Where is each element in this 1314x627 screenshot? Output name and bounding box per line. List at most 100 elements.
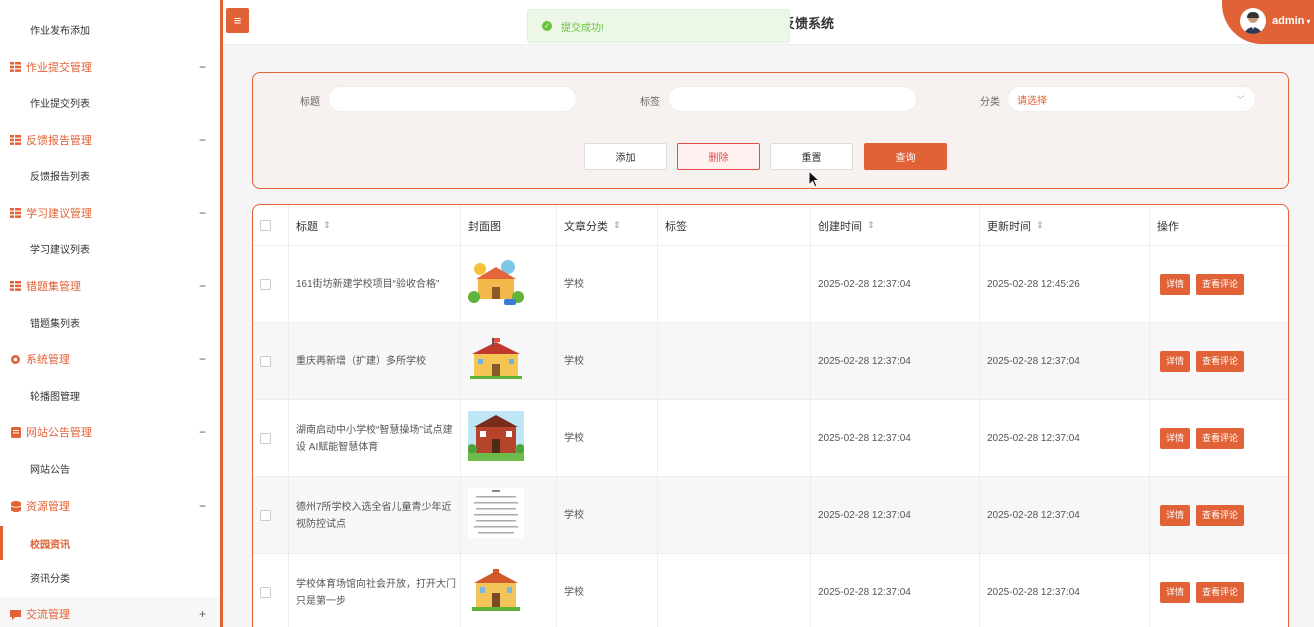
cover-image xyxy=(468,334,524,390)
title-label: 标题 xyxy=(300,97,320,108)
sidebar-item-15[interactable]: 资讯分类 xyxy=(0,560,220,594)
row-checkbox[interactable] xyxy=(260,356,271,367)
table-row[interactable]: 湖南启动中小学校“智慧操场”试点建设 AI赋能智慧体育 学校 2025-02-28 … xyxy=(253,400,1288,477)
view-comments-button[interactable]: 查看评论 xyxy=(1196,428,1245,449)
grid-icon xyxy=(10,208,21,219)
detail-button[interactable]: 详情 xyxy=(1160,582,1191,603)
cell-created: 2025-02-28 12:37:04 xyxy=(811,246,980,323)
updated-text: 2025-02-28 12:45:26 xyxy=(987,279,1080,290)
table-row[interactable]: 学校体育场馆向社会开放，打开大门只是第一步 学校 2025-02-28 12:37:… xyxy=(253,554,1288,627)
expand-icon[interactable]: + xyxy=(199,607,206,621)
table-row[interactable]: 161街坊新建学校项目“验收合格” 学校 2025-02-28 12:37:04 20… xyxy=(253,246,1288,323)
sort-icon[interactable]: ⇕ xyxy=(613,220,621,231)
sidebar-group-label: 错题集管理 xyxy=(26,281,81,293)
title-input[interactable] xyxy=(328,86,577,112)
category-text: 学校 xyxy=(564,356,584,367)
created-text: 2025-02-28 12:37:04 xyxy=(818,279,911,290)
sidebar-item-12[interactable]: 网站公告 xyxy=(0,451,220,485)
sidebar-item-2[interactable]: 作业提交列表 xyxy=(0,85,220,119)
detail-button[interactable]: 详情 xyxy=(1160,274,1191,295)
collapse-icon[interactable]: − xyxy=(199,279,206,293)
detail-button[interactable]: 详情 xyxy=(1160,428,1191,449)
tag-input[interactable] xyxy=(668,86,917,112)
collapse-icon[interactable]: − xyxy=(199,60,206,74)
detail-button[interactable]: 详情 xyxy=(1160,351,1191,372)
sort-icon[interactable]: ⇕ xyxy=(867,220,875,231)
sort-icon[interactable]: ⇕ xyxy=(323,220,331,231)
success-toast: ✓ 提交成功! xyxy=(527,9,790,43)
collapse-icon[interactable]: − xyxy=(199,133,206,147)
view-comments-button[interactable]: 查看评论 xyxy=(1196,505,1245,526)
cell-created: 2025-02-28 12:37:04 xyxy=(811,554,980,627)
cell-updated: 2025-02-28 12:37:04 xyxy=(980,400,1150,477)
sidebar-group-label: 交流管理 xyxy=(26,609,70,621)
user-name[interactable]: admin ▾ xyxy=(1272,15,1310,27)
detail-button[interactable]: 详情 xyxy=(1160,505,1191,526)
collapse-icon[interactable]: − xyxy=(199,425,206,439)
cell-tag xyxy=(658,477,811,554)
query-button[interactable]: 查询 xyxy=(864,143,947,170)
sidebar-group-1[interactable]: 作业提交管理 − xyxy=(0,50,220,84)
title-text: 161街坊新建学校项目“验收合格” xyxy=(296,279,440,290)
row-checkbox[interactable] xyxy=(260,279,271,290)
sidebar-group-label: 网站公告管理 xyxy=(26,427,92,439)
created-text: 2025-02-28 12:37:04 xyxy=(818,356,911,367)
sidebar-item-6[interactable]: 学习建议列表 xyxy=(0,231,220,265)
category-select-value: 请选择 xyxy=(1017,95,1047,107)
category-text: 学校 xyxy=(564,433,584,444)
sidebar-group-3[interactable]: 反馈报告管理 − xyxy=(0,123,220,157)
sidebar-item-0[interactable]: 作业发布添加 xyxy=(0,12,220,46)
col-created[interactable]: 创建时间 ⇕ xyxy=(811,205,980,246)
sidebar-item-label: 错题集列表 xyxy=(30,318,80,330)
table-row[interactable]: 重庆再新增（扩建）多所学校 学校 2025-02-28 12:37:04 2025-0… xyxy=(253,323,1288,400)
grid-icon xyxy=(10,281,21,292)
sidebar-group-11[interactable]: 网站公告管理 − xyxy=(0,415,220,449)
sidebar-group-16[interactable]: 交流管理 + xyxy=(0,597,220,627)
sidebar-group-13[interactable]: 资源管理 − xyxy=(0,489,220,523)
cell-category: 学校 xyxy=(557,477,658,554)
sort-icon[interactable]: ⇕ xyxy=(1036,220,1044,231)
col-category[interactable]: 文章分类 ⇕ xyxy=(557,205,658,246)
table-row[interactable]: 德州7所学校入选全省儿童青少年近视防控试点 学校 2025-02-28 12:37:… xyxy=(253,477,1288,554)
menu-toggle-button[interactable]: ≡ xyxy=(226,8,249,33)
row-checkbox[interactable] xyxy=(260,510,271,521)
cell-updated: 2025-02-28 12:37:04 xyxy=(980,323,1150,400)
delete-button[interactable]: 删除 xyxy=(677,143,760,170)
view-comments-button[interactable]: 查看评论 xyxy=(1196,582,1245,603)
sidebar-group-label: 作业提交管理 xyxy=(26,62,92,74)
sidebar-item-8[interactable]: 错题集列表 xyxy=(0,305,220,339)
col-title[interactable]: 标题 ⇕ xyxy=(289,205,461,246)
row-checkbox[interactable] xyxy=(260,587,271,598)
view-comments-button[interactable]: 查看评论 xyxy=(1196,351,1245,372)
select-all-checkbox[interactable] xyxy=(260,220,271,231)
collapse-icon[interactable]: − xyxy=(199,206,206,220)
category-select[interactable]: 请选择 ﹀ xyxy=(1007,86,1256,112)
actions-cell: 详情 查看评论 xyxy=(1150,477,1288,554)
sidebar-item-14[interactable]: 校园资讯 xyxy=(0,526,220,560)
mouse-cursor-icon xyxy=(808,169,821,191)
sidebar-group-label: 学习建议管理 xyxy=(26,208,92,220)
add-button[interactable]: 添加 xyxy=(584,143,667,170)
sidebar-group-label: 反馈报告管理 xyxy=(26,135,92,147)
sidebar-item-10[interactable]: 轮播图管理 xyxy=(0,378,220,412)
table-header: 标题 ⇕ 封面图 文章分类 ⇕ 标签 创建时间 ⇕ 更新时间 ⇕ 操作 xyxy=(253,205,1288,246)
data-table: 标题 ⇕ 封面图 文章分类 ⇕ 标签 创建时间 ⇕ 更新时间 ⇕ 操作 161街坊新建学… xyxy=(252,204,1289,627)
sidebar-item-label: 作业发布添加 xyxy=(30,25,90,37)
view-comments-button[interactable]: 查看评论 xyxy=(1196,274,1245,295)
col-updated[interactable]: 更新时间 ⇕ xyxy=(980,205,1150,246)
sidebar-group-label: 系统管理 xyxy=(26,354,70,366)
sidebar-group-5[interactable]: 学习建议管理 − xyxy=(0,196,220,230)
collapse-icon[interactable]: − xyxy=(199,499,206,513)
avatar[interactable] xyxy=(1240,8,1266,34)
cell-created: 2025-02-28 12:37:04 xyxy=(811,477,980,554)
row-checkbox[interactable] xyxy=(260,433,271,444)
collapse-icon[interactable]: − xyxy=(199,352,206,366)
active-indicator xyxy=(0,526,3,560)
sidebar-group-7[interactable]: 错题集管理 − xyxy=(0,269,220,303)
sidebar-item-4[interactable]: 反馈报告列表 xyxy=(0,158,220,192)
row-select-cell xyxy=(253,246,289,323)
reset-button[interactable]: 重置 xyxy=(770,143,853,170)
select-all-cell xyxy=(253,205,289,246)
sidebar-group-9[interactable]: 系统管理 − xyxy=(0,342,220,376)
cover-cell xyxy=(461,554,557,627)
